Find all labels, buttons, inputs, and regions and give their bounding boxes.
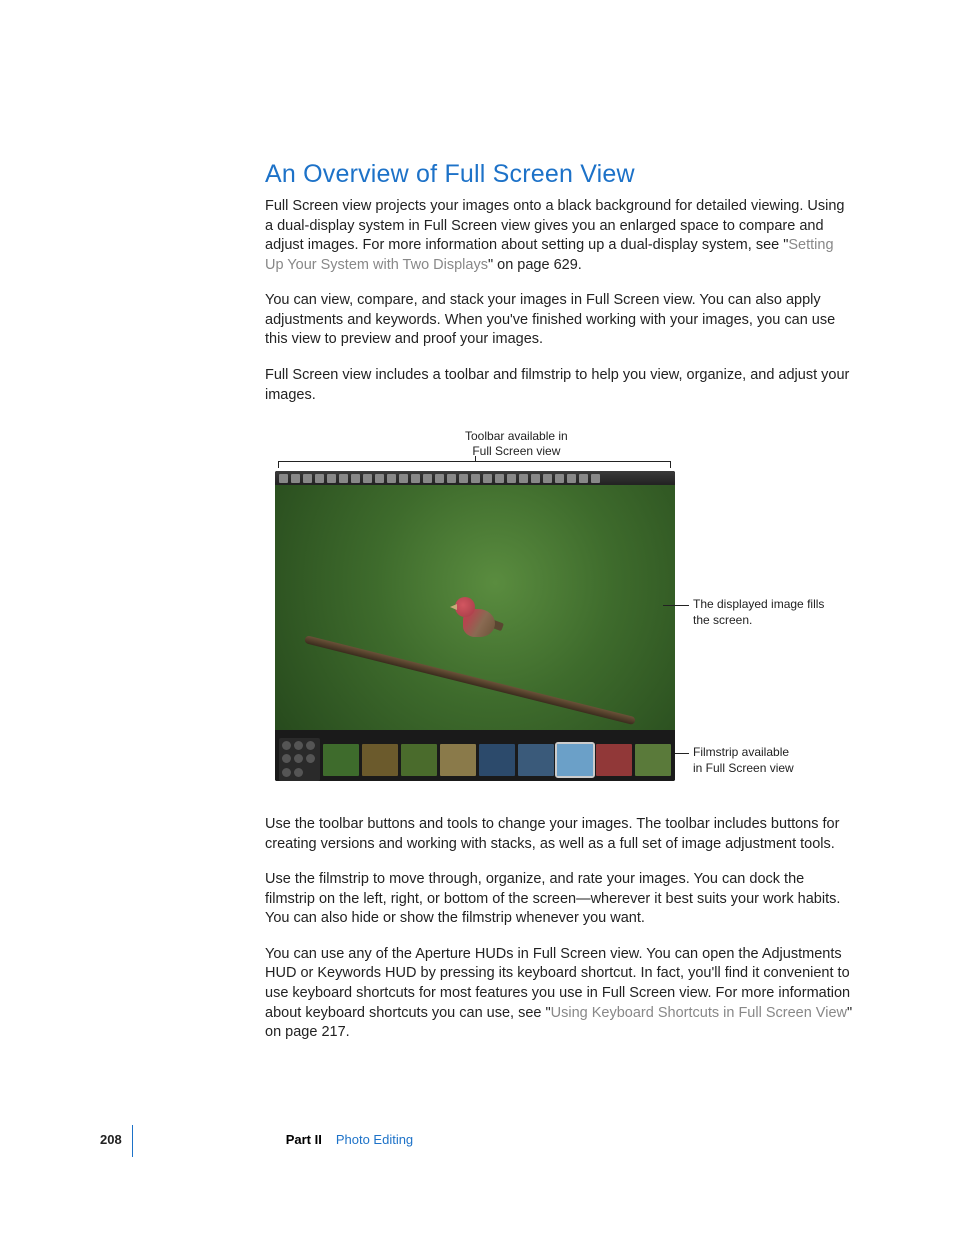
filmstrip-thumb — [479, 744, 515, 776]
figure-fullscreen-view: Toolbar available in Full Screen view — [265, 433, 854, 793]
bracket-top — [278, 461, 671, 470]
callout-filmstrip-line1: Filmstrip available — [693, 745, 789, 759]
screenshot-filmstrip — [275, 730, 675, 781]
footer-section-label: Photo Editing — [336, 1132, 413, 1147]
toolbar-icon — [555, 474, 564, 483]
toolbar-icon — [363, 474, 372, 483]
toolbar-icon — [567, 474, 576, 483]
filmstrip-thumb — [635, 744, 671, 776]
paragraph-5: Use the filmstrip to move through, organ… — [265, 870, 854, 929]
screenshot — [275, 471, 675, 781]
filmstrip-thumb — [518, 744, 554, 776]
callout-filmstrip-line2: in Full Screen view — [693, 761, 794, 775]
toolbar-icon — [399, 474, 408, 483]
page-footer: 208 Part II Photo Editing — [100, 1132, 413, 1147]
toolbar-icon — [303, 474, 312, 483]
toolbar-icon — [327, 474, 336, 483]
para1-text-a: Full Screen view projects your images on… — [265, 198, 845, 253]
toolbar-icon — [579, 474, 588, 483]
callout-toolbar-line2: Full Screen view — [472, 444, 560, 458]
paragraph-1: Full Screen view projects your images on… — [265, 197, 854, 275]
filmstrip-thumb — [440, 744, 476, 776]
callout-filmstrip: Filmstrip available in Full Screen view — [693, 745, 833, 776]
branch-graphic — [304, 635, 636, 725]
filmstrip-thumb — [401, 744, 437, 776]
toolbar-icon — [279, 474, 288, 483]
leader-image — [663, 605, 689, 606]
bird-graphic — [455, 593, 501, 643]
section-heading: An Overview of Full Screen View — [265, 160, 854, 189]
toolbar-icon — [543, 474, 552, 483]
screenshot-toolbar — [275, 471, 675, 485]
toolbar-icon — [351, 474, 360, 483]
page-number: 208 — [100, 1132, 140, 1147]
toolbar-icon — [483, 474, 492, 483]
callout-image-line2: the screen. — [693, 613, 752, 627]
filmstrip-controls — [279, 738, 320, 781]
paragraph-2: You can view, compare, and stack your im… — [265, 291, 854, 350]
toolbar-icon — [591, 474, 600, 483]
screenshot-main-image — [275, 485, 675, 730]
toolbar-icon — [459, 474, 468, 483]
para1-text-b: " on page 629. — [488, 257, 582, 273]
toolbar-icon — [435, 474, 444, 483]
paragraph-4: Use the toolbar buttons and tools to cha… — [265, 815, 854, 854]
toolbar-icon — [387, 474, 396, 483]
toolbar-icon — [495, 474, 504, 483]
toolbar-icon — [411, 474, 420, 483]
footer-part-label: Part II — [286, 1132, 322, 1147]
filmstrip-thumb — [596, 744, 632, 776]
toolbar-icon — [423, 474, 432, 483]
toolbar-icon — [375, 474, 384, 483]
toolbar-icon — [315, 474, 324, 483]
toolbar-icon — [339, 474, 348, 483]
toolbar-icon — [291, 474, 300, 483]
callout-toolbar: Toolbar available in Full Screen view — [465, 429, 568, 459]
paragraph-6: You can use any of the Aperture HUDs in … — [265, 945, 854, 1043]
toolbar-icon — [507, 474, 516, 483]
paragraph-3: Full Screen view includes a toolbar and … — [265, 366, 854, 405]
filmstrip-thumb — [362, 744, 398, 776]
toolbar-icon — [531, 474, 540, 483]
toolbar-icon — [447, 474, 456, 483]
filmstrip-thumb — [323, 744, 359, 776]
toolbar-icon — [471, 474, 480, 483]
callout-image-line1: The displayed image fills — [693, 597, 824, 611]
xref-keyboard-shortcuts[interactable]: Using Keyboard Shortcuts in Full Screen … — [551, 1005, 847, 1021]
filmstrip-thumb — [557, 744, 593, 776]
callout-toolbar-line1: Toolbar available in — [465, 429, 568, 443]
leader-filmstrip — [675, 753, 689, 754]
toolbar-icon — [519, 474, 528, 483]
callout-image-fills: The displayed image fills the screen. — [693, 597, 833, 628]
